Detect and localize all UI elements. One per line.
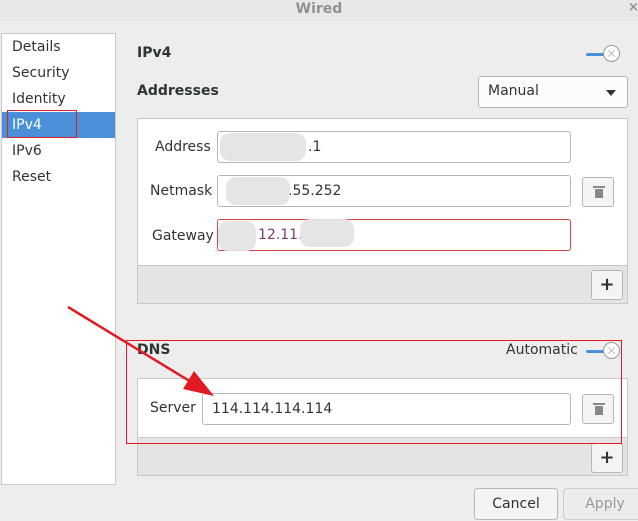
add-dns-button[interactable]: + xyxy=(591,443,623,473)
switch-knob-icon xyxy=(603,45,620,62)
netmask-delete-button[interactable] xyxy=(582,177,614,207)
trash-icon xyxy=(593,403,605,415)
netmask-label: Netmask xyxy=(150,183,213,199)
dns-delete-button[interactable] xyxy=(582,394,614,424)
sidebar-item-ipv6[interactable]: IPv6 xyxy=(2,138,115,164)
gateway-input[interactable]: 12.11. xyxy=(217,219,571,251)
chevron-down-icon xyxy=(606,90,616,96)
address-value: .1 xyxy=(308,139,322,155)
server-label: Server xyxy=(150,400,196,416)
dns-server-input[interactable]: 114.114.114.114 xyxy=(202,393,571,425)
ipv4-title: IPv4 xyxy=(137,45,172,61)
ipv4-switch[interactable] xyxy=(586,45,622,63)
sidebar-item-details[interactable]: Details xyxy=(2,34,115,60)
dns-toolbar xyxy=(137,437,628,476)
settings-sidebar: Details Security Identity IPv4 IPv6 Rese… xyxy=(1,33,116,485)
switch-knob-icon xyxy=(603,342,620,359)
dns-automatic-label: Automatic xyxy=(506,342,578,358)
sidebar-item-security[interactable]: Security xyxy=(2,60,115,86)
cancel-button[interactable]: Cancel xyxy=(474,488,558,520)
address-blur xyxy=(220,133,306,161)
address-label: Address xyxy=(155,139,211,155)
apply-button[interactable]: Apply xyxy=(563,488,638,520)
add-address-button[interactable]: + xyxy=(591,270,623,300)
netmask-blur xyxy=(226,177,290,205)
ipv4-method-value: Manual xyxy=(488,83,539,99)
gateway-label: Gateway xyxy=(152,228,214,244)
window-title: Wired xyxy=(295,1,343,17)
dns-automatic-switch[interactable] xyxy=(586,342,622,360)
dns-title: DNS xyxy=(137,342,171,358)
gateway-blur-left xyxy=(218,221,256,251)
addresses-title: Addresses xyxy=(137,83,219,99)
netmask-value: .55.252 xyxy=(288,183,342,199)
sidebar-item-reset[interactable]: Reset xyxy=(2,164,115,190)
ipv4-method-dropdown[interactable]: Manual xyxy=(478,76,628,108)
window-titlebar: Wired × xyxy=(0,0,638,21)
trash-icon xyxy=(593,186,605,198)
sidebar-item-identity[interactable]: Identity xyxy=(2,86,115,112)
addresses-toolbar xyxy=(137,265,628,304)
gateway-value: 12.11. xyxy=(258,227,303,243)
sidebar-item-ipv4[interactable]: IPv4 xyxy=(2,112,115,138)
gateway-blur-right xyxy=(300,219,354,247)
close-icon[interactable]: × xyxy=(628,0,638,18)
